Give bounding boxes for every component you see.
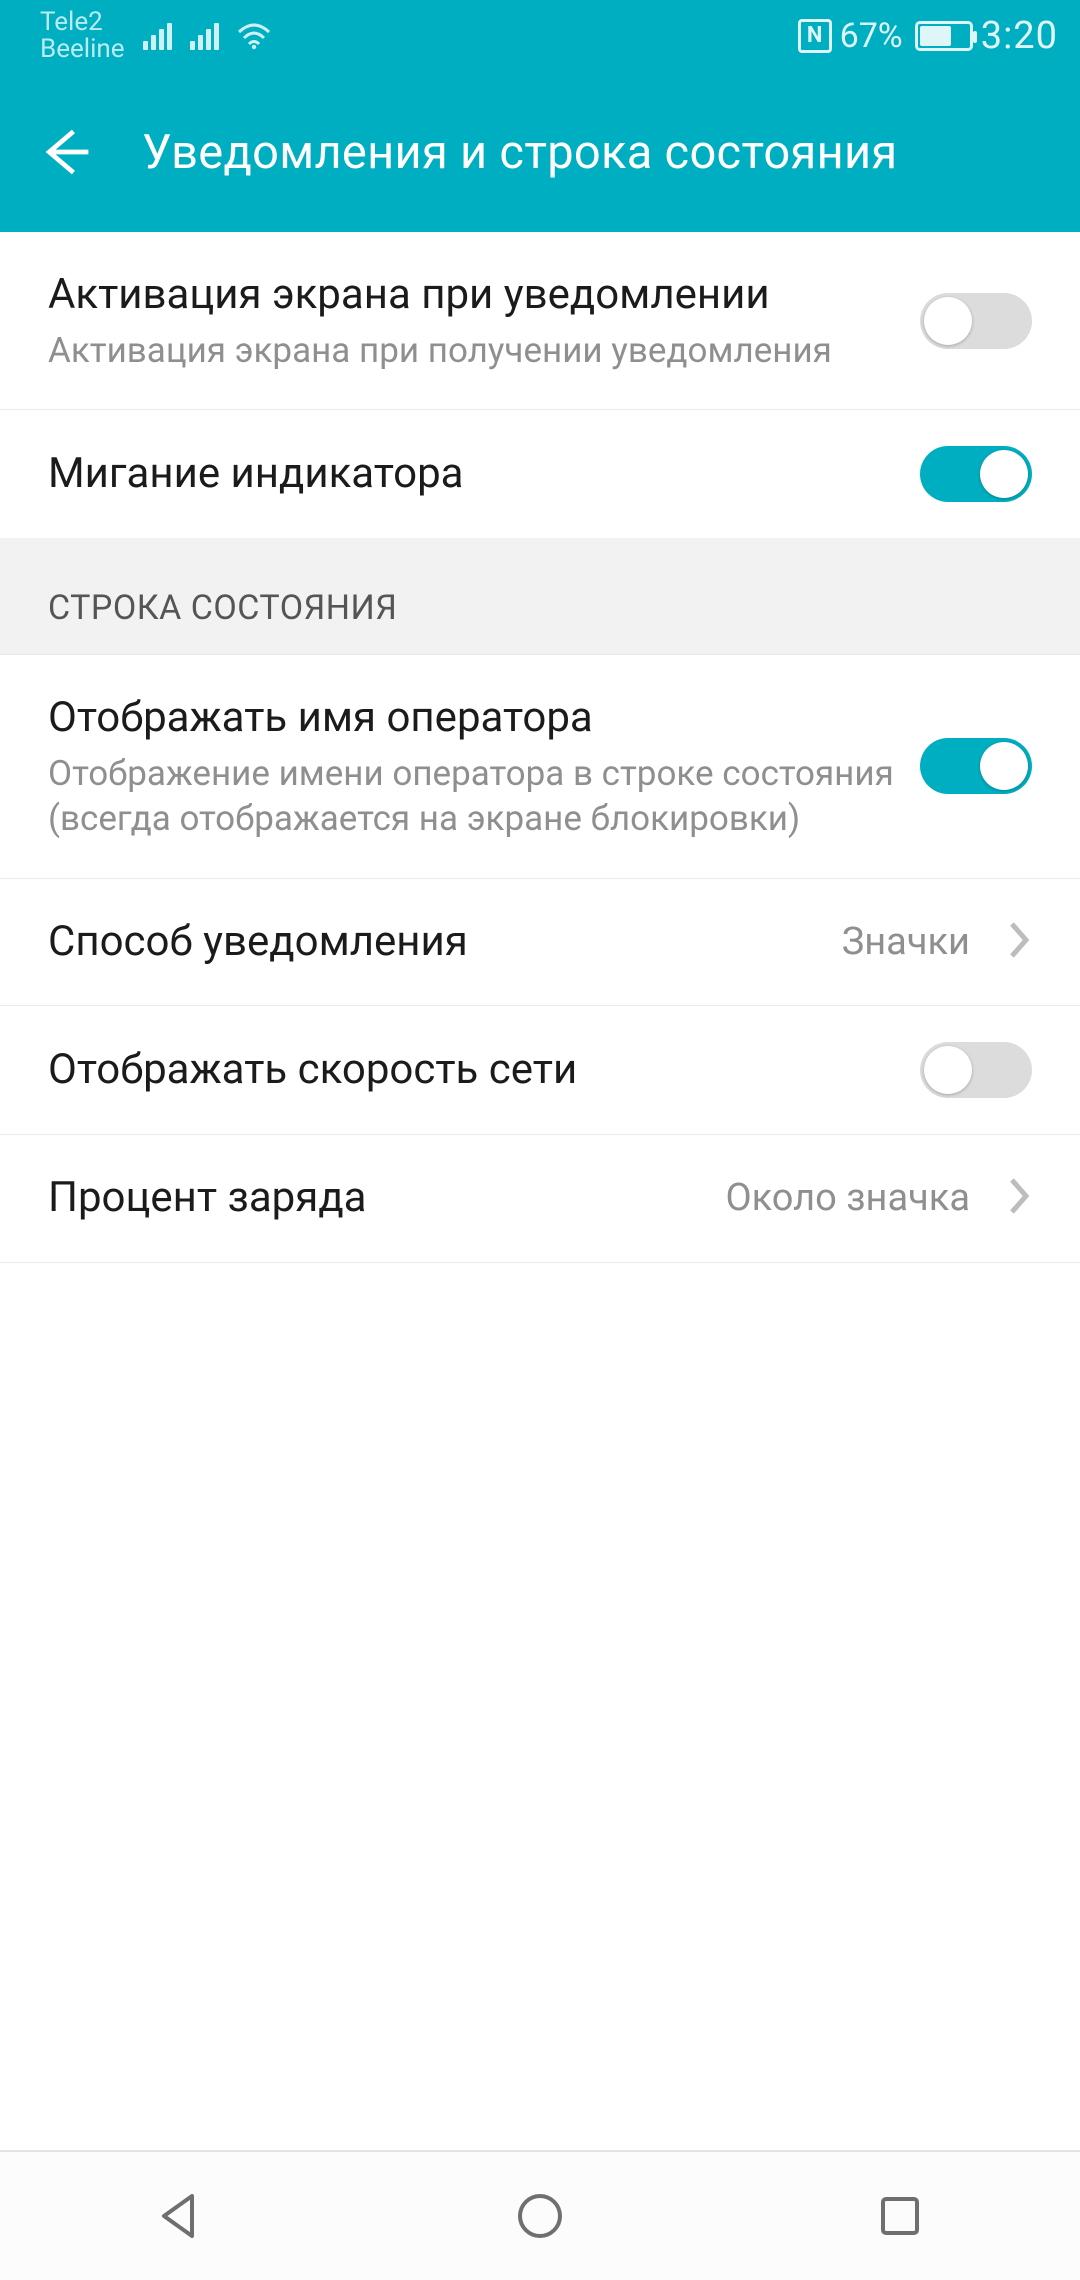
row-subtitle: Активация экрана при получении уведомлен… (48, 329, 896, 374)
row-value: Около значка (726, 1176, 971, 1220)
nfc-icon: N (798, 19, 832, 53)
row-title: Отображать скорость сети (48, 1043, 896, 1098)
row-notification-method[interactable]: Способ уведомления Значки (0, 879, 1080, 1007)
row-subtitle: Отображение имени оператора в строке сос… (48, 752, 896, 842)
chevron-right-icon (1006, 920, 1032, 964)
back-button[interactable] (30, 116, 102, 188)
row-title: Отображать имя оператора (48, 691, 896, 746)
cell-signal-1-icon (143, 22, 172, 50)
row-title: Активация экрана при уведомлении (48, 268, 896, 323)
wifi-icon (237, 22, 271, 50)
clock: 3:20 (981, 14, 1058, 58)
settings-list: Активация экрана при уведомлении Активац… (0, 232, 1080, 2150)
page-title: Уведомления и строка состояния (142, 125, 898, 180)
nav-recent-button[interactable] (810, 2171, 990, 2261)
cell-signal-2-icon (190, 22, 219, 50)
row-title: Процент заряда (48, 1171, 702, 1226)
system-nav-bar (0, 2150, 1080, 2280)
toggle-network-speed[interactable] (920, 1042, 1032, 1098)
row-show-carrier-name[interactable]: Отображать имя оператора Отображение име… (0, 655, 1080, 878)
toggle-screen-on[interactable] (920, 293, 1032, 349)
section-header-status-bar: СТРОКА СОСТОЯНИЯ (0, 538, 1080, 655)
row-screen-on-notification[interactable]: Активация экрана при уведомлении Активац… (0, 232, 1080, 410)
nav-home-button[interactable] (450, 2171, 630, 2261)
section-label: СТРОКА СОСТОЯНИЯ (48, 588, 397, 628)
signal-cluster (143, 22, 271, 50)
row-title: Способ уведомления (48, 915, 818, 970)
nav-back-button[interactable] (90, 2171, 270, 2261)
row-indicator-blink[interactable]: Мигание индикатора (0, 410, 1080, 538)
row-value: Значки (842, 920, 970, 964)
carrier-1: Tele2 (40, 9, 125, 36)
carrier-names: Tele2 Beeline (40, 9, 125, 64)
toggle-blink[interactable] (920, 446, 1032, 502)
battery-icon (915, 21, 973, 51)
toggle-carrier-name[interactable] (920, 738, 1032, 794)
chevron-right-icon (1006, 1176, 1032, 1220)
app-bar: Уведомления и строка состояния (0, 72, 1080, 232)
status-bar: Tele2 Beeline N 67% 3:20 (0, 0, 1080, 72)
row-show-network-speed[interactable]: Отображать скорость сети (0, 1006, 1080, 1135)
carrier-2: Beeline (40, 36, 125, 63)
row-title: Мигание индикатора (48, 447, 896, 502)
row-battery-percent[interactable]: Процент заряда Около значка (0, 1135, 1080, 1263)
battery-percent: 67% (840, 16, 903, 56)
